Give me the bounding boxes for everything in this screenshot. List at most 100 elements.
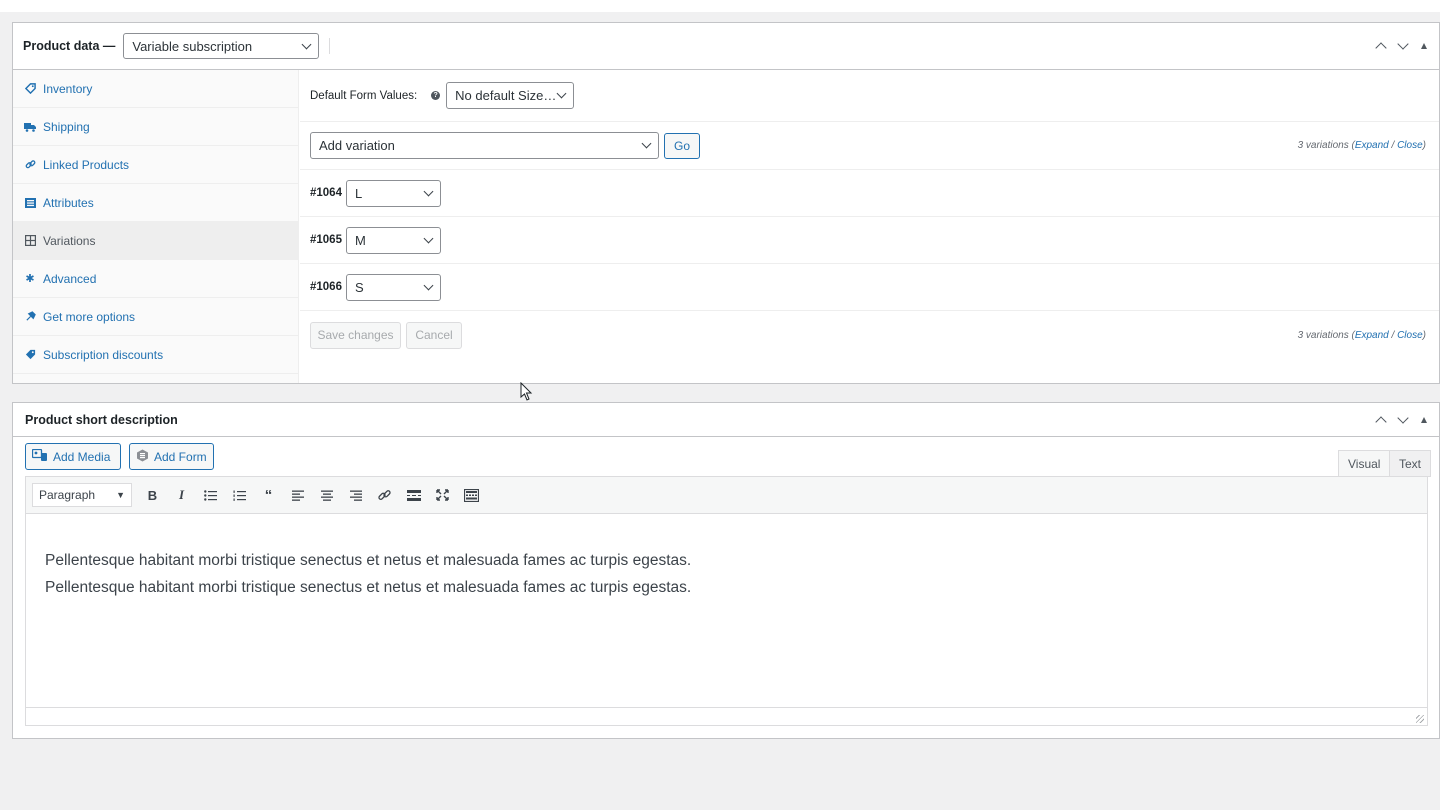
gear-icon: ✱ — [25, 273, 35, 285]
tab-label: Get more options — [43, 309, 136, 324]
variation-row[interactable]: #1066 S — [300, 264, 1439, 311]
variation-size-value: M — [354, 232, 366, 248]
short-description-title: Product short description — [25, 412, 178, 427]
variation-id: #1064 — [310, 187, 342, 199]
resize-handle-icon[interactable] — [1416, 715, 1424, 723]
bullet-list-icon[interactable] — [196, 483, 225, 507]
list-icon — [23, 197, 37, 208]
tab-advanced[interactable]: ✱ Advanced — [13, 260, 298, 298]
variation-row[interactable]: #1065 M — [300, 217, 1439, 264]
toolbar-toggle-icon[interactable] — [457, 483, 486, 507]
add-variation-row: Add variation Go 3 variations (Expand / … — [300, 122, 1439, 170]
chevron-down-icon — [423, 233, 434, 243]
link-icon — [23, 159, 37, 170]
product-type-value: Variable subscription — [132, 38, 253, 54]
variation-count: 3 variations — [1297, 140, 1349, 151]
editor-toolbar: Paragraph ▼ B I “ — [25, 476, 1428, 514]
variation-size-select[interactable]: M — [345, 226, 441, 254]
tab-inventory[interactable]: Inventory — [13, 70, 298, 108]
tab-label: Variations — [43, 233, 96, 248]
close-link[interactable]: Close — [1397, 330, 1423, 341]
save-changes-button[interactable]: Save changes — [310, 321, 401, 349]
close-link[interactable]: Close — [1397, 140, 1423, 151]
align-center-icon[interactable] — [312, 483, 341, 507]
align-left-icon[interactable] — [283, 483, 312, 507]
go-button[interactable]: Go — [664, 132, 700, 159]
mouse-cursor-icon — [520, 381, 534, 405]
tab-linked-products[interactable]: Linked Products — [13, 146, 298, 184]
expand-link[interactable]: Expand — [1355, 330, 1389, 341]
variation-count: 3 variations — [1297, 329, 1349, 341]
variations-panel: Default Form Values: ? No default Size… … — [300, 70, 1439, 383]
save-row: Save changes Cancel 3 variations (Expand… — [300, 311, 1439, 359]
product-data-title: Product data — — [23, 39, 116, 53]
expand-link[interactable]: Expand — [1355, 140, 1389, 151]
plugin-icon — [23, 311, 37, 322]
default-form-row: Default Form Values: ? No default Size… — [300, 70, 1439, 122]
variation-row[interactable]: #1064 L — [300, 170, 1439, 217]
move-down-icon[interactable] — [1397, 38, 1409, 50]
fullscreen-icon[interactable] — [428, 483, 457, 507]
chevron-down-icon — [423, 186, 434, 196]
link-icon[interactable] — [370, 483, 399, 507]
editor-content[interactable]: Pellentesque habitant morbi tristique se… — [25, 514, 1428, 709]
tab-text[interactable]: Text — [1389, 450, 1432, 477]
italic-icon[interactable]: I — [167, 483, 196, 507]
tab-label: Linked Products — [43, 157, 130, 172]
variation-size-value: L — [354, 185, 363, 201]
tab-visual[interactable]: Visual — [1338, 450, 1391, 477]
variation-id: #1066 — [310, 281, 342, 293]
align-right-icon[interactable] — [341, 483, 370, 507]
variation-size-select[interactable]: L — [345, 179, 441, 207]
media-icon — [31, 448, 48, 465]
move-up-icon[interactable] — [1375, 415, 1387, 428]
read-more-icon[interactable] — [399, 483, 428, 507]
variations-info: 3 variations (Expand / Close) — [1297, 140, 1426, 151]
default-size-select[interactable]: No default Size… — [446, 82, 575, 109]
tab-variations[interactable]: Variations — [13, 222, 298, 260]
tag-icon — [23, 349, 37, 360]
format-select-value: Paragraph — [39, 488, 96, 502]
add-media-button[interactable]: Add Media — [25, 443, 121, 470]
header-divider — [329, 38, 331, 54]
blockquote-icon[interactable]: “ — [254, 483, 283, 507]
product-type-select[interactable]: Variable subscription — [123, 33, 320, 59]
editor-statusbar — [25, 707, 1428, 726]
product-data-header: Product data — Variable subscription — [13, 23, 1439, 70]
bold-icon[interactable]: B — [138, 483, 167, 507]
add-variation-select[interactable]: Add variation — [310, 132, 659, 159]
tab-label: Attributes — [43, 195, 94, 210]
cancel-button[interactable]: Cancel — [406, 321, 462, 349]
tab-label: Inventory — [43, 81, 93, 96]
collapse-toggle-icon[interactable] — [1421, 43, 1427, 49]
variation-size-value: S — [354, 279, 364, 295]
help-icon[interactable]: ? — [431, 91, 441, 100]
variation-size-select[interactable]: S — [345, 273, 441, 301]
chevron-down-icon — [301, 39, 312, 49]
add-form-button[interactable]: Add Form — [129, 443, 214, 470]
product-data-panel: Product data — Variable subscription Inv… — [12, 22, 1440, 384]
chevron-down-icon — [423, 280, 434, 290]
tab-shipping[interactable]: Shipping — [13, 108, 298, 146]
default-size-value: No default Size… — [455, 88, 557, 103]
chevron-down-icon — [641, 138, 652, 149]
tab-label: Subscription discounts — [43, 347, 164, 362]
numbered-list-icon[interactable] — [225, 483, 254, 507]
variations-info: 3 variations (Expand / Close) — [1297, 329, 1426, 341]
short-description-panel: Product short description Add Media Add … — [12, 402, 1440, 739]
variation-id: #1065 — [310, 234, 342, 246]
collapse-toggle-icon[interactable] — [1421, 416, 1427, 423]
truck-icon — [23, 122, 37, 132]
tab-subscription-discounts[interactable]: Subscription discounts — [13, 336, 298, 374]
tab-get-more-options[interactable]: Get more options — [13, 298, 298, 336]
move-down-icon[interactable] — [1397, 411, 1409, 424]
short-description-text[interactable]: Pellentesque habitant morbi tristique se… — [45, 548, 705, 601]
format-select[interactable]: Paragraph ▼ — [32, 483, 132, 507]
tag-icon — [23, 83, 37, 94]
caret-down-icon: ▼ — [116, 490, 125, 500]
move-up-icon[interactable] — [1375, 42, 1387, 54]
product-data-tabs: Inventory Shipping Linked Products Attri… — [13, 70, 299, 383]
add-form-label: Add Form — [154, 449, 207, 464]
form-icon — [136, 449, 149, 465]
tab-attributes[interactable]: Attributes — [13, 184, 298, 222]
